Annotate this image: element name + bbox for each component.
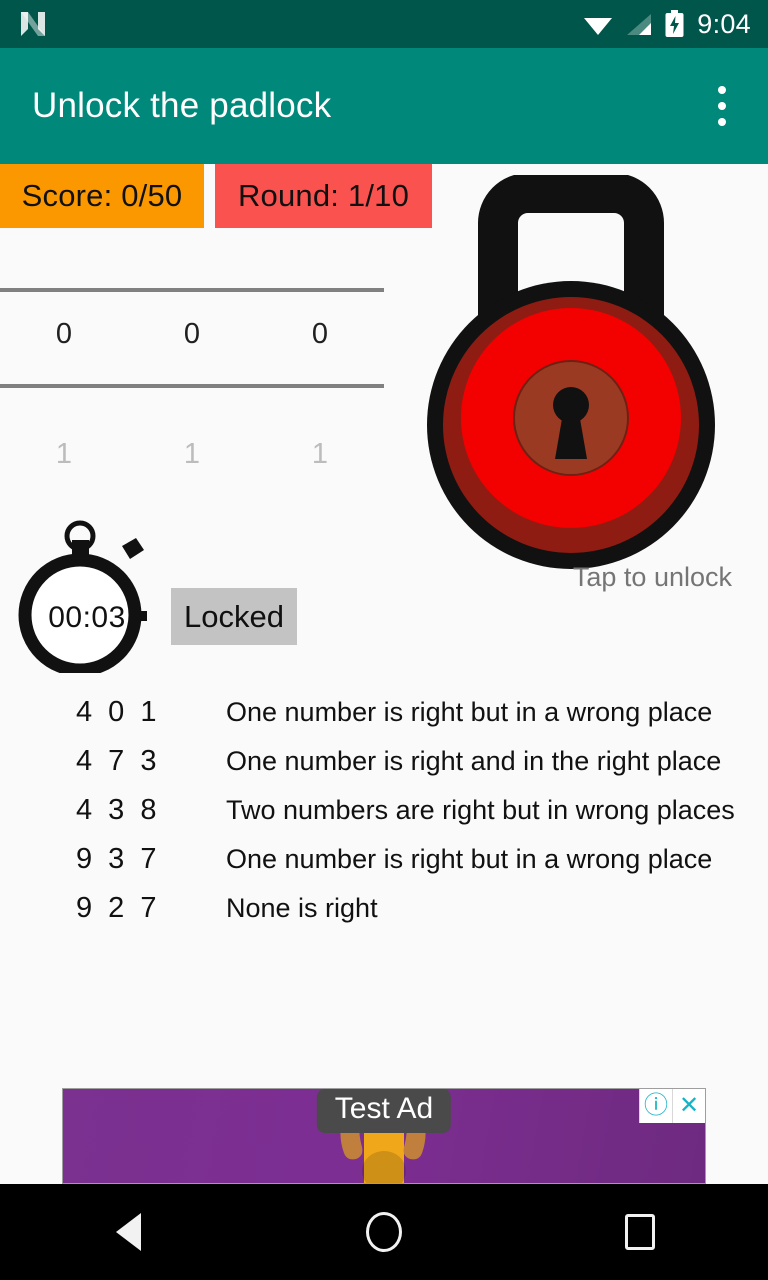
- recents-nav-icon[interactable]: [592, 1184, 688, 1280]
- hint-text: One number is right and in the right pla…: [226, 746, 722, 776]
- hint-code: 4 0 1: [76, 696, 161, 728]
- hint-row: 4 3 8 Two numbers are right but in wrong…: [0, 786, 768, 835]
- padlock-unlock-area[interactable]: Tap to unlock: [420, 175, 750, 595]
- picker-next-digit-2[interactable]: 1: [128, 440, 256, 469]
- hint-text: Two numbers are right but in wrong place…: [226, 795, 735, 825]
- padlock-icon[interactable]: [426, 175, 716, 575]
- score-badge: Score: 0/50: [0, 164, 204, 228]
- status-bar: 9:04: [0, 0, 768, 48]
- hint-text: One number is right but in a wrong place: [226, 844, 713, 874]
- phone-screen: 9:04 Unlock the padlock Score: 0/50 Roun…: [0, 0, 768, 1280]
- hint-code: 9 3 7: [76, 843, 161, 875]
- page-title: Unlock the padlock: [32, 86, 332, 125]
- hint-code: 4 3 8: [76, 794, 161, 826]
- ad-info-icon[interactable]: ⓘ: [639, 1089, 672, 1123]
- hint-code: 9 2 7: [76, 892, 161, 924]
- status-icons: 9:04: [583, 10, 751, 38]
- timer-value: 00:03: [48, 601, 126, 634]
- back-nav-icon[interactable]: [80, 1184, 176, 1280]
- hint-row: 9 2 7 None is right: [0, 884, 768, 933]
- combination-number-picker[interactable]: 0 0 0 1 1 1: [0, 270, 384, 500]
- wifi-icon: [583, 13, 613, 36]
- countdown-timer: 00:03: [12, 518, 162, 677]
- hint-row: 4 7 3 One number is right and in the rig…: [0, 737, 768, 786]
- status-bar-clock: 9:04: [697, 8, 751, 39]
- hint-row: 4 0 1 One number is right but in a wrong…: [0, 688, 768, 737]
- ad-label: Test Ad: [316, 1089, 452, 1133]
- app-bar: Unlock the padlock: [0, 48, 768, 164]
- picker-digit-2[interactable]: 0: [128, 320, 256, 349]
- battery-charging-icon: [665, 10, 684, 38]
- hint-list: 4 0 1 One number is right but in a wrong…: [0, 688, 768, 933]
- hint-row: 9 3 7 One number is right but in a wrong…: [0, 835, 768, 884]
- home-nav-icon[interactable]: [336, 1184, 432, 1280]
- lock-status-badge: Locked: [171, 588, 297, 645]
- tap-to-unlock-label: Tap to unlock: [572, 562, 732, 592]
- ad-controls[interactable]: ⓘ ✕: [639, 1089, 705, 1123]
- ad-banner[interactable]: Test Ad ⓘ ✕: [62, 1088, 706, 1184]
- overflow-menu-icon[interactable]: [707, 81, 737, 131]
- cellular-signal-icon: [626, 13, 652, 36]
- hint-text: None is right: [226, 893, 378, 923]
- picker-divider-bottom: [0, 384, 384, 388]
- picker-selected-row[interactable]: 0 0 0: [0, 320, 384, 349]
- stopwatch-icon: [18, 520, 147, 677]
- hint-code: 4 7 3: [76, 745, 161, 777]
- picker-divider-top: [0, 288, 384, 292]
- ad-close-icon[interactable]: ✕: [672, 1089, 705, 1123]
- picker-digit-3[interactable]: 0: [256, 320, 384, 349]
- system-navigation-bar: [0, 1184, 768, 1280]
- picker-digit-1[interactable]: 0: [0, 320, 128, 349]
- round-badge: Round: 1/10: [215, 164, 432, 228]
- picker-next-digit-1[interactable]: 1: [0, 440, 128, 469]
- n-logo-icon: [18, 9, 48, 39]
- picker-next-row[interactable]: 1 1 1: [0, 440, 384, 469]
- hint-text: One number is right but in a wrong place: [226, 697, 713, 727]
- picker-next-digit-3[interactable]: 1: [256, 440, 384, 469]
